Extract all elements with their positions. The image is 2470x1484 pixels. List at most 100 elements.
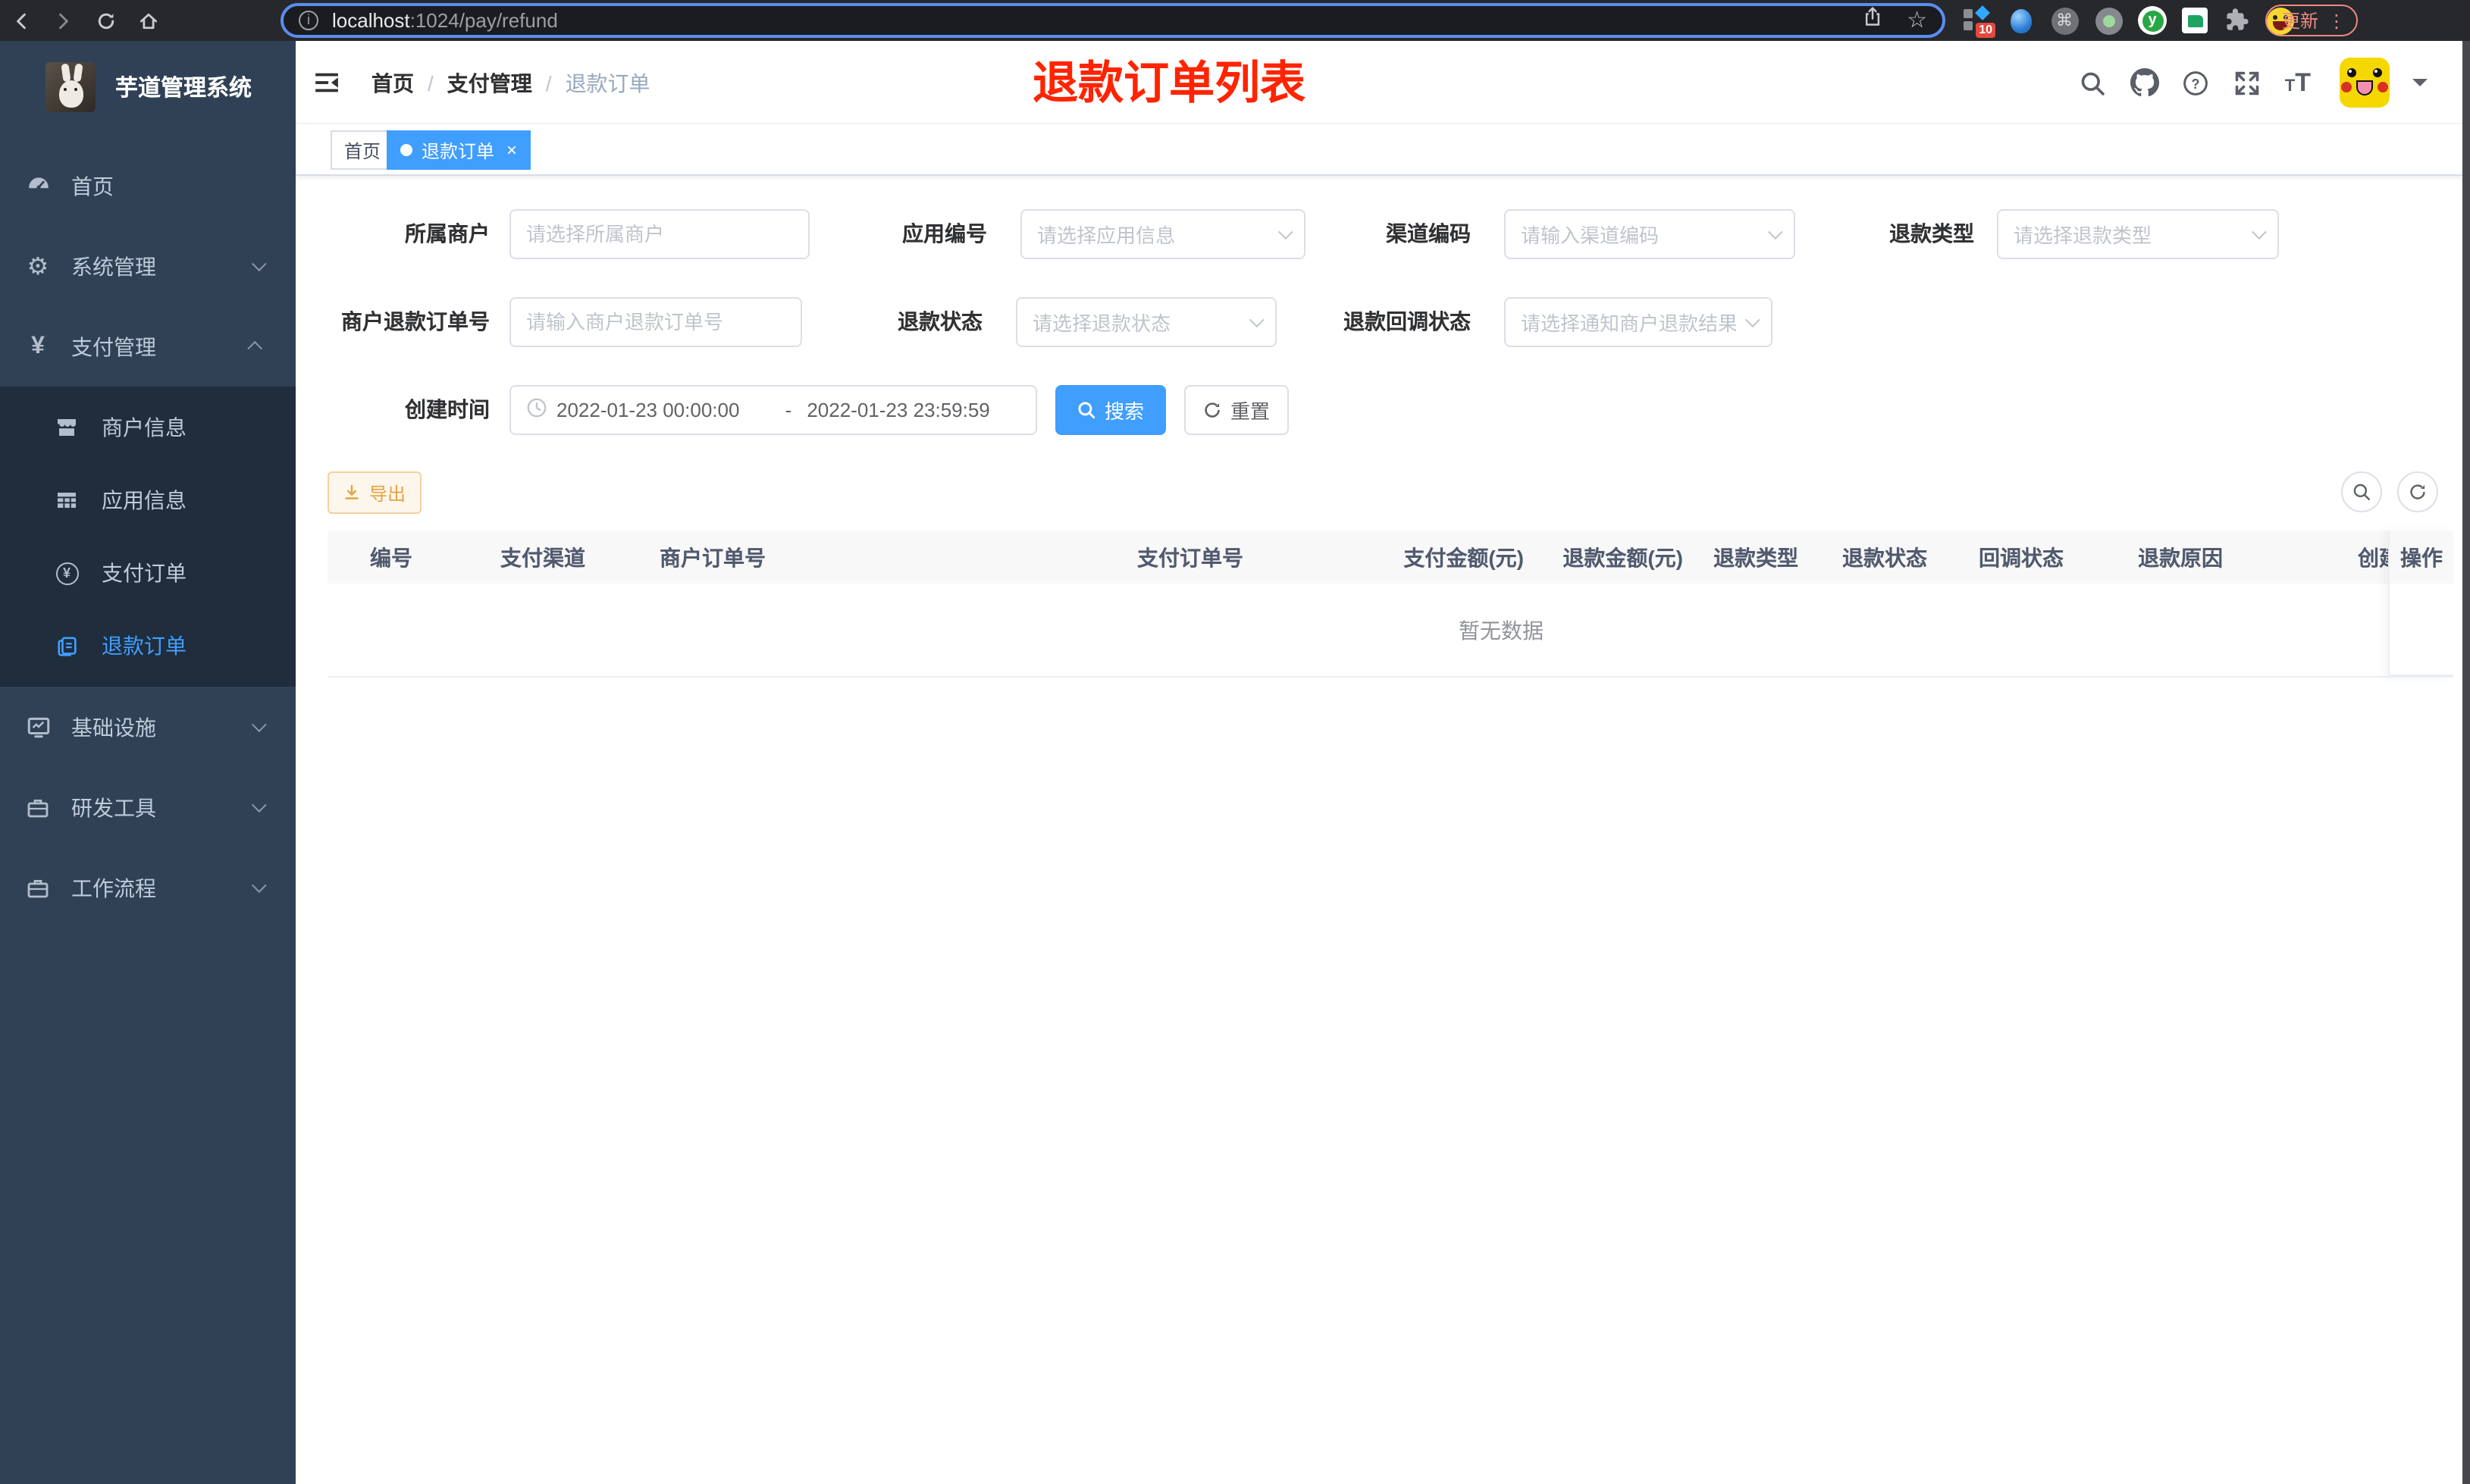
sidebar-item-pay[interactable]: ¥ 支付管理: [0, 306, 296, 387]
export-button[interactable]: 导出: [328, 471, 422, 514]
sidebar-toggle-icon[interactable]: [314, 70, 340, 95]
page-title: 退款订单列表: [1033, 59, 1306, 109]
col-callback-status: 回调状态: [1979, 545, 2064, 569]
clock-icon: [526, 397, 547, 423]
extensions-row: 10 ⌘ y: [1962, 0, 2294, 41]
info-icon[interactable]: i: [299, 11, 318, 30]
help-icon[interactable]: ?: [2182, 68, 2211, 97]
create-time-label: 创建时间: [405, 397, 490, 421]
sidebar-item-infra[interactable]: 基础设施: [0, 687, 296, 767]
refresh-icon: [1205, 402, 1221, 418]
sidebar-item-system[interactable]: ⚙ 系统管理: [0, 226, 296, 306]
window-right-edge: [2462, 41, 2470, 1484]
col-refund-type: 退款类型: [1713, 545, 1798, 569]
breadcrumb-current: 退款订单: [565, 70, 650, 95]
extension-command-icon[interactable]: ⌘: [2050, 6, 2079, 35]
caret-down-icon[interactable]: [2412, 79, 2428, 94]
breadcrumb-pay[interactable]: 支付管理: [447, 67, 532, 98]
col-refund-amount: 退款金额(元): [1563, 545, 1683, 569]
download-icon: [346, 484, 359, 499]
browser-update-button[interactable]: 更新 ⋮: [2265, 5, 2359, 36]
table-body: 暂无数据: [328, 584, 2453, 678]
fullscreen-icon[interactable]: [2233, 68, 2262, 97]
refresh-table-button[interactable]: [2397, 471, 2438, 512]
merchant-refund-no-input[interactable]: [509, 297, 802, 347]
col-action: 操作: [2390, 531, 2453, 584]
gear-icon: ⚙: [27, 254, 49, 280]
forward-icon[interactable]: [42, 0, 85, 41]
notify-status-select[interactable]: 请选择通知商户退款结果的: [1504, 297, 1773, 347]
pay-submenu: 商户信息 应用信息 ¥ 支付订单 退款订单: [0, 387, 296, 687]
fixed-action-column: 操作: [2388, 531, 2453, 678]
merchant-input[interactable]: [509, 209, 810, 259]
browser-menu-icon[interactable]: ⋮: [2327, 10, 2346, 31]
toggle-search-button[interactable]: [2341, 471, 2382, 512]
search-icon: [2353, 484, 2370, 500]
sidebar-item-merchant-info[interactable]: 商户信息: [0, 391, 296, 464]
bookmark-star-icon[interactable]: ☆: [1907, 9, 1927, 32]
refund-status-label: 退款状态: [898, 309, 983, 333]
reset-button[interactable]: 重置: [1184, 385, 1289, 435]
breadcrumb-home[interactable]: 首页: [371, 67, 414, 98]
browser-toolbar: i localhost:1024/pay/refund ☆ 10 ⌘ y 更新 …: [0, 0, 2470, 41]
sidebar-item-app-info[interactable]: 应用信息: [0, 464, 296, 537]
main-content: 所属商户 应用编号 请选择应用信息 渠道编码 请输入渠道编码 退款类型 请选择退…: [296, 176, 2470, 1484]
app-logo-row[interactable]: 芋道管理系统: [0, 41, 296, 112]
app-select[interactable]: 请选择应用信息: [1020, 209, 1306, 259]
chevron-down-icon: [2251, 224, 2267, 240]
merchant-refund-no-label: 商户退款订单号: [341, 309, 490, 333]
channel-select[interactable]: 请输入渠道编码: [1504, 209, 1795, 259]
monitor-icon: [24, 713, 52, 740]
github-icon[interactable]: [2130, 68, 2159, 97]
home-icon[interactable]: [127, 0, 170, 41]
col-refund-reason: 退款原因: [2138, 545, 2223, 569]
search-button[interactable]: 搜索: [1055, 385, 1166, 435]
extension-y-icon[interactable]: y: [2138, 6, 2167, 35]
yen-icon: ¥: [31, 333, 45, 358]
share-icon[interactable]: [1861, 6, 1882, 35]
font-size-icon[interactable]: TT: [2285, 67, 2311, 98]
extension-chat-icon[interactable]: [2182, 8, 2208, 33]
pay-order-icon: ¥: [55, 561, 79, 585]
extension-grid-icon[interactable]: 10: [1962, 5, 1995, 38]
extension-balloon-icon[interactable]: [2006, 6, 2035, 35]
chevron-down-icon: [1249, 312, 1265, 328]
briefcase-icon: [24, 874, 52, 901]
extension-badge: 10: [1976, 23, 1995, 38]
reload-icon[interactable]: [85, 0, 127, 41]
refresh-icon: [2410, 484, 2425, 499]
search-icon[interactable]: [2079, 68, 2108, 97]
tab-home[interactable]: 首页: [331, 130, 395, 170]
channel-label: 渠道编码: [1386, 221, 1471, 246]
col-pay-amount: 支付金额(元): [1403, 545, 1524, 569]
extensions-puzzle-icon[interactable]: [2223, 6, 2252, 35]
shop-icon: [55, 415, 79, 440]
create-time-range-picker[interactable]: 2022-01-23 00:00:00 - 2022-01-23 23:59:5…: [509, 385, 1037, 435]
refund-doc-icon: [55, 634, 79, 658]
refund-type-select[interactable]: 请选择退款类型: [1997, 209, 2279, 259]
date-end-value: 2022-01-23 23:59:59: [807, 399, 990, 421]
table-header-row: 编号 支付渠道 商户订单号 支付订单号 支付金额(元) 退款金额(元) 退款类型…: [328, 531, 2453, 584]
sidebar-item-workflow[interactable]: 工作流程: [0, 847, 296, 928]
merchant-label: 所属商户: [405, 221, 490, 246]
tab-refund-order[interactable]: 退款订单 ×: [387, 130, 531, 170]
screen: i localhost:1024/pay/refund ☆ 10 ⌘ y 更新 …: [0, 0, 2470, 1484]
close-icon[interactable]: ×: [506, 141, 517, 159]
chevron-down-icon: [251, 797, 267, 813]
svg-text:?: ?: [2192, 76, 2200, 91]
sidebar-item-pay-order[interactable]: ¥ 支付订单: [0, 537, 296, 609]
refund-status-select[interactable]: 请选择退款状态: [1016, 297, 1277, 347]
sidebar-item-refund-order[interactable]: 退款订单: [0, 609, 296, 682]
app-label: 应用编号: [902, 221, 987, 246]
chevron-up-icon: [247, 340, 263, 356]
navbar-actions: ? TT: [2079, 41, 2428, 124]
grid-icon: [55, 488, 79, 512]
col-id: 编号: [370, 545, 412, 569]
sidebar-item-home[interactable]: 首页: [0, 146, 296, 226]
address-bar[interactable]: i localhost:1024/pay/refund ☆: [281, 3, 1945, 38]
extension-dot-icon[interactable]: [2094, 6, 2123, 35]
chevron-down-icon: [251, 717, 267, 733]
user-avatar[interactable]: [2340, 58, 2390, 108]
back-icon[interactable]: [0, 0, 42, 41]
sidebar-item-devtools[interactable]: 研发工具: [0, 767, 296, 847]
